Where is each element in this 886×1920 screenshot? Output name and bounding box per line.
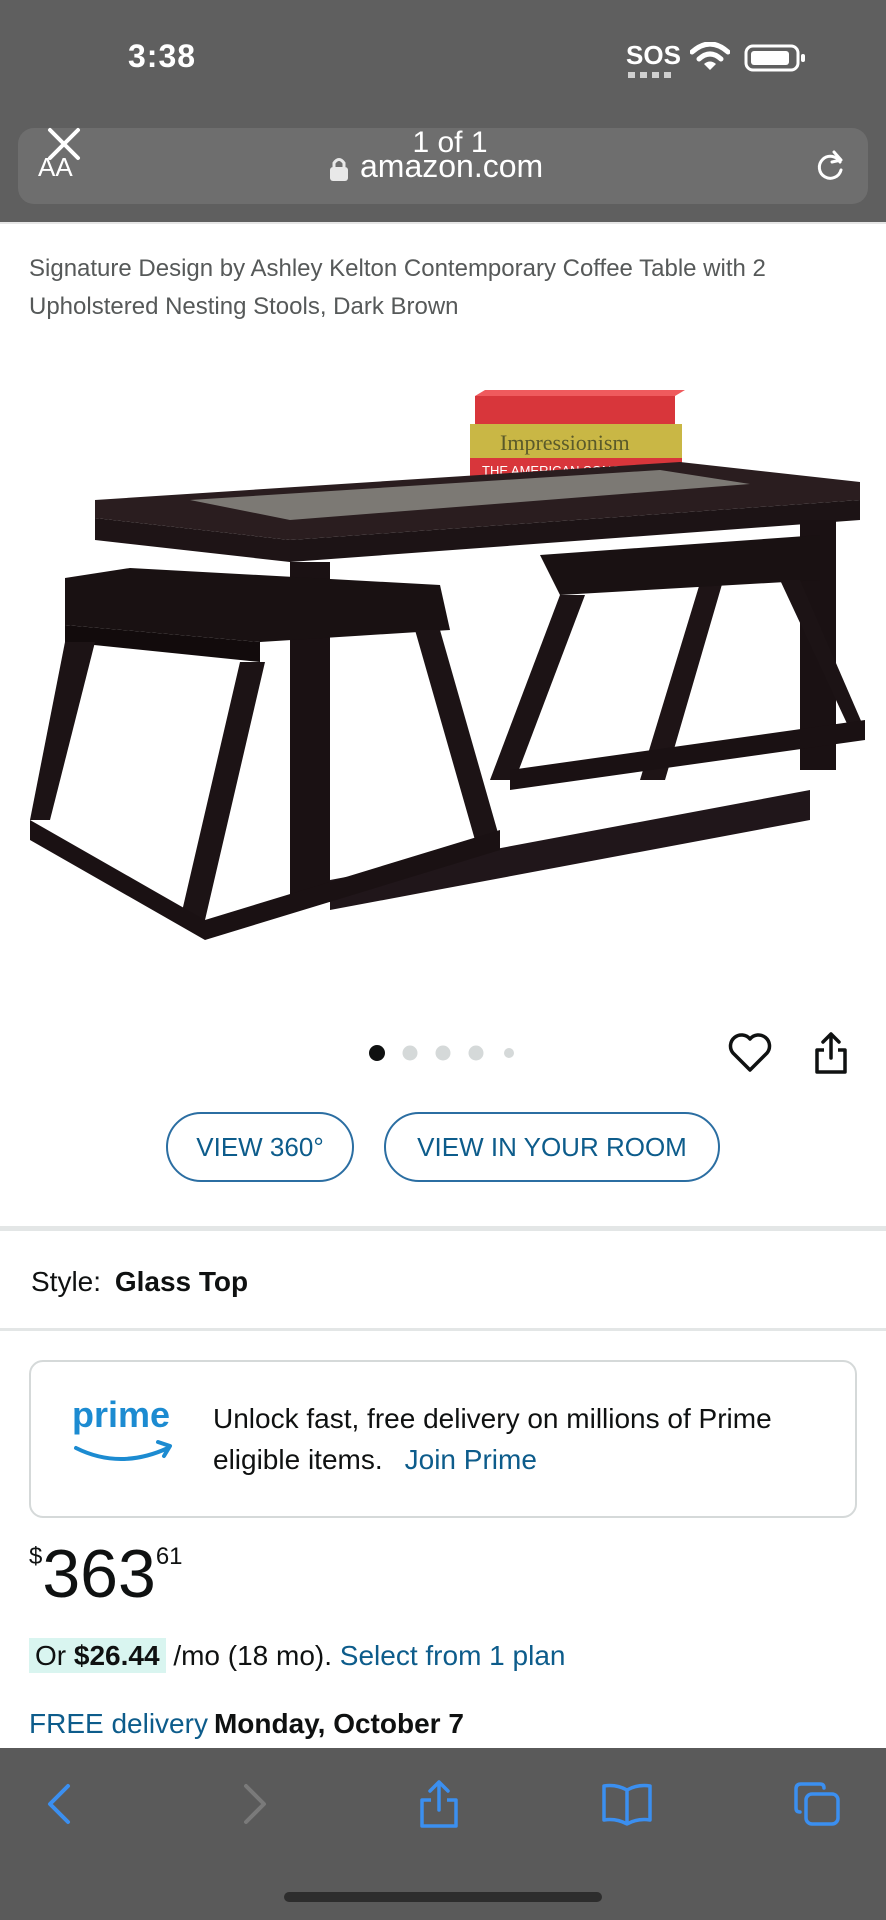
product-image[interactable]: Impressionism THE AMERICAN SONGBOOK [20, 380, 866, 940]
signal-dots-icon [628, 72, 671, 78]
status-time: 3:38 [128, 38, 197, 74]
chevron-right-icon[interactable] [236, 1782, 272, 1826]
prime-promo-text: Unlock fast, free delivery on millions o… [213, 1398, 833, 1480]
lock-icon [330, 158, 348, 181]
text-size-button[interactable]: AA [38, 152, 73, 183]
home-indicator [284, 1892, 602, 1902]
reload-icon[interactable] [812, 148, 848, 184]
section-divider [0, 1328, 886, 1331]
carousel-dot[interactable] [402, 1045, 418, 1061]
price-fraction: 61 [155, 1543, 183, 1570]
style-value: Glass Top [114, 1266, 249, 1297]
style-selector[interactable]: Style: Glass Top [31, 1266, 248, 1298]
share-icon[interactable] [812, 1030, 850, 1076]
content-divider [0, 222, 886, 224]
price-currency: $ [29, 1543, 43, 1570]
style-label: Style: [31, 1266, 102, 1297]
view-in-room-button[interactable]: VIEW IN YOUR ROOM [384, 1112, 720, 1182]
toolbar-share-icon[interactable] [416, 1778, 462, 1830]
carousel-dot[interactable] [435, 1045, 451, 1061]
carousel-dot-active[interactable] [369, 1045, 385, 1061]
heart-icon[interactable] [728, 1032, 772, 1074]
financing-prefix: Or [35, 1640, 67, 1671]
book-icon[interactable] [600, 1782, 654, 1826]
chevron-left-icon[interactable] [42, 1782, 78, 1826]
prime-logo: prime [72, 1394, 171, 1435]
financing-offer: Or $26.44 /mo (18 mo). Select from 1 pla… [29, 1638, 566, 1673]
price: $36361 [29, 1535, 183, 1612]
wifi-icon [690, 42, 730, 70]
financing-highlight: Or $26.44 [29, 1638, 166, 1673]
tabs-icon[interactable] [792, 1780, 842, 1828]
url-domain[interactable]: amazon.com [360, 148, 543, 185]
carousel-dot[interactable] [468, 1045, 484, 1061]
delivery-info: FREE delivery Monday, October 7 [29, 1708, 464, 1740]
product-title: Signature Design by Ashley Kelton Contem… [29, 255, 766, 320]
select-plan-link[interactable]: Select from 1 plan [340, 1640, 566, 1671]
delivery-date: Monday, October 7 [213, 1708, 464, 1739]
carousel-dot[interactable] [504, 1048, 514, 1058]
view-360-button[interactable]: VIEW 360° [166, 1112, 354, 1182]
battery-icon [744, 44, 805, 72]
price-whole: 363 [42, 1536, 156, 1612]
book-title-impressionism: Impressionism [500, 430, 630, 455]
financing-amount: $26.44 [73, 1640, 160, 1671]
join-prime-link[interactable]: Join Prime [405, 1444, 537, 1475]
free-delivery-link[interactable]: FREE delivery [29, 1708, 208, 1739]
section-divider [0, 1226, 886, 1231]
financing-term: /mo (18 mo). [173, 1640, 333, 1671]
image-carousel-dots[interactable] [368, 1044, 528, 1062]
status-carrier: SOS [626, 40, 681, 70]
